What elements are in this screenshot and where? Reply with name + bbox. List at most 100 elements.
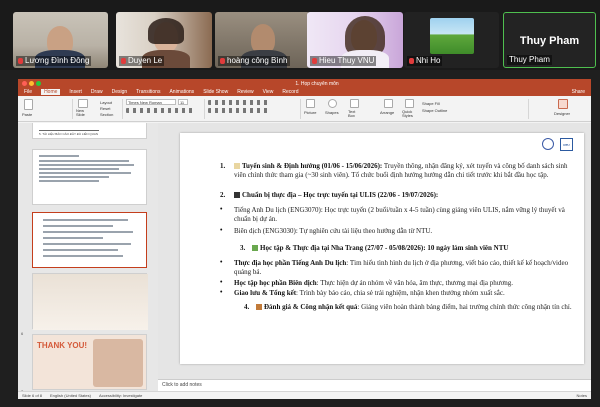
participant-strip: Lương Đình Đông Duyen Le hoàng công Bình… — [0, 0, 600, 70]
arrange-button[interactable]: Arrange — [380, 110, 394, 115]
new-slide-icon[interactable] — [78, 99, 88, 108]
slide-paragraph: Học tập học phần Biên dịch: Thực hiện dự… — [234, 279, 514, 287]
mic-muted-icon — [121, 57, 126, 64]
bullet: • — [220, 259, 223, 266]
slide-thumbnail[interactable]: THANK YOU! — [32, 334, 147, 390]
slide-paragraph: Thực địa học phần Tiếng Anh Du lịch: Tìm… — [234, 259, 569, 276]
designer-icon[interactable] — [558, 99, 568, 109]
tab-transitions[interactable]: Transitions — [136, 89, 160, 95]
paragraph-toolbar[interactable] — [208, 100, 268, 105]
tab-file[interactable]: File — [24, 89, 32, 95]
thumb-text — [43, 243, 131, 245]
ribbon-separator — [528, 99, 529, 119]
slide-paragraph: Tuyển sinh & Định hướng (01/06 - 15/06/2… — [234, 162, 568, 179]
text-box-icon[interactable] — [350, 99, 359, 108]
accessibility-status[interactable]: Accessibility: Investigate — [99, 393, 142, 398]
tab-draw[interactable]: Draw — [91, 89, 103, 95]
slide-canvas[interactable]: NTU 1. Tuyển sinh & Định hướng (01/06 - … — [180, 133, 584, 364]
participant-avatar — [430, 18, 474, 54]
language-indicator[interactable]: English (United States) — [50, 393, 91, 398]
thumb-text — [39, 130, 99, 131]
slide-paragraph: Học tập & Thực địa tại Nha Trang (27/07 … — [252, 244, 572, 253]
paste-icon[interactable] — [24, 99, 33, 110]
thumb-text — [43, 225, 113, 227]
thumb-text — [39, 164, 134, 166]
slide-thumbnail-selected[interactable] — [32, 212, 147, 268]
arrange-icon[interactable] — [384, 99, 393, 108]
tab-record[interactable]: Record — [282, 89, 298, 95]
bullet: • — [220, 279, 223, 286]
quick-styles-button[interactable]: Quick Styles — [402, 110, 418, 118]
status-bar: Slide 6 of 8 English (United States) Acc… — [18, 391, 591, 399]
slide-paragraph: Chuẩn bị thực địa – Học trực tuyến tại U… — [234, 191, 572, 200]
share-button[interactable]: Share — [572, 89, 585, 95]
thumb-text — [39, 155, 79, 157]
slide-thumbnail[interactable] — [32, 149, 147, 205]
participant-display-name: Thuy Pham — [519, 35, 580, 47]
ribbon-separator — [72, 99, 73, 119]
bullet: • — [220, 227, 223, 234]
layout-button[interactable]: Layout — [100, 100, 112, 105]
participant-name: Hieu Thuy VNU — [310, 56, 377, 66]
bullet: • — [220, 206, 223, 213]
thumb-text — [39, 172, 131, 174]
tab-animations[interactable]: Animations — [169, 89, 194, 95]
tab-insert[interactable]: Insert — [69, 89, 82, 95]
mic-muted-icon — [409, 57, 414, 64]
mic-muted-icon — [312, 57, 317, 64]
tab-review[interactable]: Review — [237, 89, 253, 95]
participant-tile[interactable]: Duyen Le — [116, 12, 212, 68]
minimize-icon[interactable] — [29, 81, 34, 86]
palm-tree-icon — [252, 245, 258, 251]
participant-name: Thuy Pham — [507, 55, 552, 65]
slide-paragraph: Biên dịch (ENG3030): Tự nghiên cứu tài l… — [234, 227, 433, 235]
step-number: 3. — [240, 244, 246, 252]
maximize-icon[interactable] — [36, 81, 41, 86]
font-size-select[interactable]: 11 — [178, 99, 188, 105]
tab-design[interactable]: Design — [112, 89, 128, 95]
quick-styles-icon[interactable] — [405, 99, 414, 108]
notes-toggle[interactable]: Notes — [577, 393, 587, 398]
participant-tile[interactable]: Hieu Thuy VNU — [307, 12, 403, 68]
slide-paragraph: Giao lưu & Tổng kết: Trình bày báo cáo, … — [234, 289, 505, 297]
laptop-icon — [234, 192, 240, 198]
slide-thumbnail[interactable] — [32, 273, 148, 330]
tab-view[interactable]: View — [263, 89, 274, 95]
shape-fill-button[interactable]: Shape Fill — [422, 101, 440, 106]
participant-name: Duyen Le — [119, 56, 165, 66]
notes-pane[interactable]: Click to add notes — [158, 379, 591, 391]
shape-outline-button[interactable]: Shape Outline — [422, 108, 447, 113]
picture-icon[interactable] — [306, 99, 315, 108]
tab-home[interactable]: Home — [41, 89, 61, 95]
shapes-button[interactable]: Shapes — [325, 110, 339, 115]
thumb-text — [43, 219, 128, 221]
font-format-toolbar[interactable] — [126, 108, 196, 113]
slide-thumbnail[interactable]: 5. TÀI LIỆU BÁO CÁO ĐẦY ĐỦ LIÊN QUAN — [32, 123, 147, 139]
picture-button[interactable]: Picture — [304, 110, 316, 115]
font-name-select[interactable]: Times New Roman — [126, 99, 176, 105]
participant-tile-active[interactable]: Thuy Pham Thuy Pham — [503, 12, 596, 68]
participant-tile[interactable]: hoàng công Bình — [215, 12, 310, 68]
thumb-text — [43, 255, 123, 257]
thumb-image — [33, 274, 148, 330]
video-call-window: Lương Đình Đông Duyen Le hoàng công Bình… — [0, 0, 600, 407]
slide-editor: NTU 1. Tuyển sinh & Định hướng (01/06 - … — [158, 123, 591, 379]
step-number: 4. — [244, 303, 250, 311]
text-box-button[interactable]: Text Box — [348, 110, 362, 118]
close-icon[interactable] — [22, 81, 27, 86]
bullet: • — [220, 289, 223, 296]
participant-tile[interactable]: Lương Đình Đông — [13, 12, 108, 68]
participant-name: Nhi Ho — [407, 56, 443, 66]
section-button[interactable]: Section — [100, 112, 113, 117]
reset-button[interactable]: Reset — [100, 106, 110, 111]
participant-name: hoàng công Bình — [218, 56, 290, 66]
shapes-icon[interactable] — [328, 99, 337, 108]
tab-slide-show[interactable]: Slide Show — [203, 89, 228, 95]
medal-icon — [256, 304, 262, 310]
new-slide-button[interactable]: New Slide — [76, 109, 92, 117]
designer-button[interactable]: Designer — [554, 111, 570, 116]
alignment-toolbar[interactable] — [208, 108, 268, 113]
participant-tile[interactable]: Nhi Ho — [404, 12, 499, 68]
paste-button[interactable]: Paste — [22, 112, 32, 117]
slide-counter: Slide 6 of 8 — [22, 393, 43, 398]
